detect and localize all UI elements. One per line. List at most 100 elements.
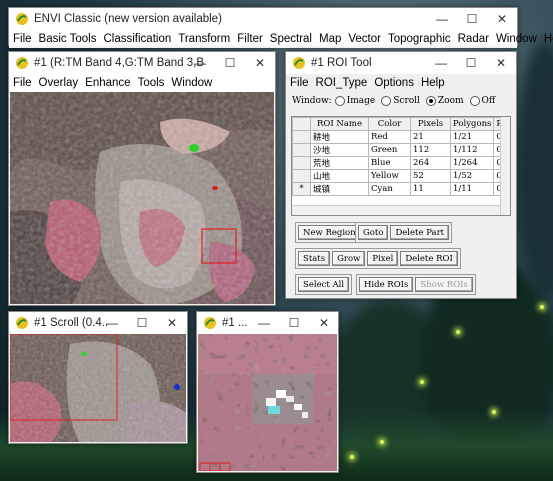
delete-part-button[interactable]: Delete Part — [390, 225, 450, 240]
maximize-button[interactable]: ☐ — [127, 312, 157, 334]
close-button[interactable]: ✕ — [486, 52, 516, 74]
display-titlebar[interactable]: #1 (R:TM Band 4,G:TM Band 3,B:T... — ☐ ✕ — [9, 52, 275, 74]
envi-logo-icon — [204, 317, 216, 329]
menu-map[interactable]: Map — [319, 33, 341, 45]
main-menubar: File Basic Tools Classification Transfor… — [9, 30, 553, 48]
table-vertical-scrollbar[interactable] — [500, 117, 510, 215]
show-rois-button[interactable]: Show ROIs — [415, 277, 473, 292]
menu-topographic[interactable]: Topographic — [388, 33, 451, 45]
radio-scroll[interactable]: Scroll — [381, 96, 420, 106]
cell-color[interactable]: Yellow — [368, 168, 411, 183]
cell-roi-name[interactable]: 耕地 — [310, 129, 369, 144]
zoom-image-area[interactable] — [198, 334, 337, 471]
goto-button[interactable]: Goto — [358, 225, 389, 240]
menu-roi-type[interactable]: ROI_Type — [316, 77, 368, 89]
table-row[interactable]: 山地 Yellow 52 1/52 0 — [292, 168, 506, 183]
minimize-button[interactable]: — — [427, 8, 457, 30]
menu-spectral[interactable]: Spectral — [270, 33, 312, 45]
row-marker[interactable] — [292, 155, 311, 170]
cell-color[interactable]: Green — [368, 142, 411, 157]
row-marker[interactable]: * — [292, 181, 311, 196]
minimize-button[interactable]: — — [97, 312, 127, 334]
maximize-button[interactable]: ☐ — [457, 8, 487, 30]
main-titlebar[interactable]: ENVI Classic (new version available) — ☐… — [9, 8, 517, 30]
menu-enhance[interactable]: Enhance — [85, 77, 130, 89]
close-button[interactable]: ✕ — [245, 52, 275, 74]
menu-file[interactable]: File — [13, 33, 32, 45]
menu-transform[interactable]: Transform — [178, 33, 230, 45]
maximize-button[interactable]: ☐ — [279, 312, 309, 334]
hide-rois-button[interactable]: Hide ROIs — [359, 277, 414, 292]
cell-roi-name[interactable]: 荒地 — [310, 155, 369, 170]
stats-button[interactable]: Stats — [298, 251, 331, 266]
menu-window[interactable]: Window — [171, 77, 212, 89]
column-header-color[interactable]: Color — [368, 117, 411, 131]
cell-color[interactable]: Blue — [368, 155, 411, 170]
minimize-button[interactable]: — — [426, 52, 456, 74]
pixel-button[interactable]: Pixel — [367, 251, 399, 266]
radio-image-circle[interactable] — [334, 96, 345, 106]
cell-roi-name[interactable]: 城镇 — [310, 181, 369, 196]
radio-zoom-circle[interactable] — [425, 96, 436, 106]
new-region-button[interactable]: New Region — [298, 225, 361, 240]
cell-polygons: 1/11 — [449, 181, 495, 196]
zoom-titlebar[interactable]: #1 ... — ☐ ✕ — [197, 312, 338, 334]
scroll-titlebar[interactable]: #1 Scroll (0.4... — ☐ ✕ — [9, 312, 187, 334]
cell-roi-name[interactable]: 沙地 — [310, 142, 369, 157]
cell-pixels: 112 — [410, 142, 451, 157]
menu-help[interactable]: Help — [421, 77, 445, 89]
row-marker[interactable] — [292, 142, 311, 157]
cell-color[interactable]: Cyan — [368, 181, 411, 196]
cell-roi-name[interactable]: 山地 — [310, 168, 369, 183]
menu-file[interactable]: File — [290, 77, 309, 89]
grow-button[interactable]: Grow — [332, 251, 366, 266]
menu-overlay[interactable]: Overlay — [39, 77, 79, 89]
menu-window[interactable]: Window — [496, 33, 537, 45]
menu-vector[interactable]: Vector — [348, 33, 381, 45]
table-row[interactable]: 荒地 Blue 264 1/264 0 — [292, 155, 506, 170]
menu-options[interactable]: Options — [374, 77, 414, 89]
menu-filter[interactable]: Filter — [237, 33, 263, 45]
minimize-button[interactable]: — — [249, 312, 279, 334]
delete-roi-button[interactable]: Delete ROI — [400, 251, 458, 266]
envi-logo-icon — [16, 317, 28, 329]
close-button[interactable]: ✕ — [157, 312, 187, 334]
menu-file[interactable]: File — [13, 77, 32, 89]
radio-off[interactable]: Off — [469, 96, 495, 106]
firefly-glow — [540, 305, 544, 309]
cell-color[interactable]: Red — [368, 129, 411, 144]
column-header-pixels[interactable]: Pixels — [410, 117, 451, 131]
select-all-button[interactable]: Select All — [298, 277, 350, 292]
scroll-thumbnail-image — [10, 334, 186, 442]
roi-titlebar[interactable]: #1 ROI Tool — ☐ ✕ — [286, 52, 516, 74]
column-header-polygons[interactable]: Polygons — [449, 117, 495, 131]
table-row[interactable]: 耕地 Red 21 1/21 0 — [292, 129, 506, 144]
minimize-button[interactable]: — — [185, 52, 215, 74]
menu-tools[interactable]: Tools — [138, 77, 165, 89]
close-button[interactable]: ✕ — [309, 312, 339, 334]
radio-off-circle[interactable] — [469, 96, 480, 106]
radio-zoom-label: Zoom — [437, 96, 464, 106]
firefly-glow — [420, 380, 424, 384]
row-marker[interactable] — [292, 129, 311, 144]
menu-classification[interactable]: Classification — [104, 33, 172, 45]
close-button[interactable]: ✕ — [487, 8, 517, 30]
row-marker[interactable] — [292, 168, 311, 183]
row-header-corner — [292, 117, 311, 131]
background-tree — [515, 40, 553, 300]
table-row[interactable]: * 城镇 Cyan 11 1/11 0 — [292, 181, 506, 196]
maximize-button[interactable]: ☐ — [456, 52, 486, 74]
column-header-roi-name[interactable]: ROI Name — [310, 117, 369, 131]
radio-zoom[interactable]: Zoom — [425, 96, 464, 106]
scroll-image-area[interactable] — [10, 334, 186, 442]
menu-radar[interactable]: Radar — [458, 33, 489, 45]
satellite-image-display[interactable] — [10, 92, 274, 304]
radio-scroll-circle[interactable] — [381, 96, 392, 106]
table-row[interactable]: 沙地 Green 112 1/112 0 — [292, 142, 506, 157]
radio-image[interactable]: Image — [334, 96, 375, 106]
maximize-button[interactable]: ☐ — [215, 52, 245, 74]
menu-basic-tools[interactable]: Basic Tools — [39, 33, 97, 45]
cell-polygons: 1/264 — [449, 155, 495, 170]
table-horizontal-scrollbar[interactable] — [292, 205, 500, 215]
menu-help[interactable]: Help — [544, 33, 553, 45]
